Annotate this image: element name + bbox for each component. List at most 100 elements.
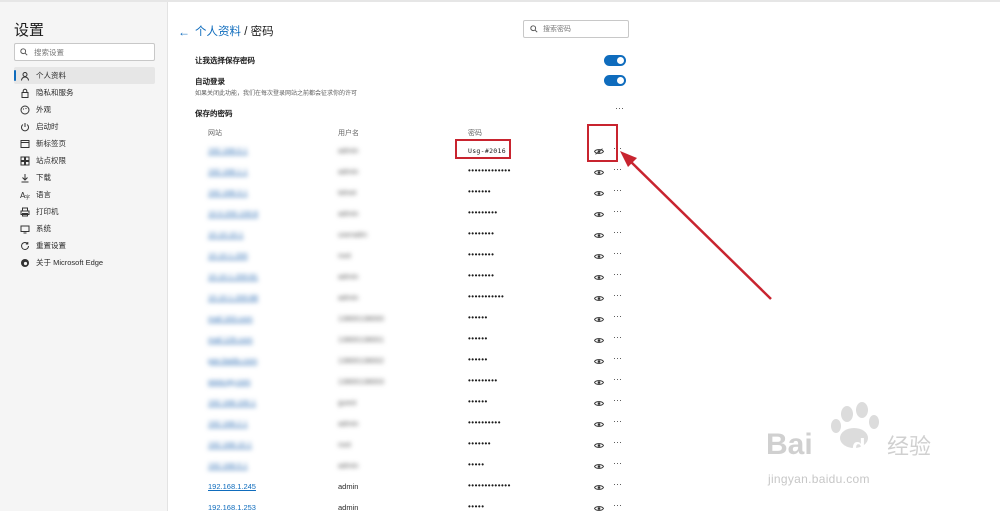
- row-password: •••••: [468, 502, 485, 511]
- password-search-input[interactable]: 搜索密码: [523, 20, 629, 38]
- sidebar-item-5[interactable]: 站点权限: [14, 152, 155, 169]
- show-password-eye-icon[interactable]: [594, 378, 604, 386]
- row-more-actions-button[interactable]: ···: [613, 227, 622, 237]
- row-username: 13800138003: [338, 377, 384, 386]
- row-site-link[interactable]: 192.168.2.1: [208, 419, 248, 428]
- row-site-link[interactable]: 192.168.1.245: [208, 482, 256, 491]
- row-site-link[interactable]: 192.168.10.1: [208, 440, 252, 449]
- power-icon: [20, 122, 30, 132]
- offer-save-toggle[interactable]: [604, 55, 626, 66]
- sidebar-item-1[interactable]: 隐私和服务: [14, 84, 155, 101]
- person-icon: [20, 71, 30, 81]
- show-password-eye-icon[interactable]: [594, 168, 604, 176]
- password-row: 192.168.1.253 admin ••••• ···: [195, 498, 635, 511]
- row-more-actions-button[interactable]: ···: [613, 416, 622, 426]
- show-password-eye-icon[interactable]: [594, 189, 604, 197]
- show-password-eye-icon[interactable]: [594, 210, 604, 218]
- saved-passwords-more-button[interactable]: ···: [615, 103, 624, 113]
- row-site-link[interactable]: 10.10.1.200:88: [208, 293, 258, 302]
- row-username: root: [338, 440, 351, 449]
- row-site-link[interactable]: pan.baidu.com: [208, 356, 257, 365]
- row-site-link[interactable]: 10.10.1.200: [208, 251, 248, 260]
- palette-icon: [20, 105, 30, 115]
- password-row: 10.10.1.200 root •••••••• ···: [195, 246, 635, 267]
- row-more-actions-button[interactable]: ···: [613, 500, 622, 510]
- row-username: admin: [338, 503, 359, 511]
- sidebar-item-label: 语言: [36, 190, 51, 199]
- row-site-link[interactable]: 10.10.1.200:81: [208, 272, 258, 281]
- show-password-eye-icon[interactable]: [594, 273, 604, 281]
- row-site-link[interactable]: 192.168.3.1: [208, 188, 248, 197]
- sidebar-item-8[interactable]: 打印机: [14, 203, 155, 220]
- row-username: 13800138002: [338, 356, 384, 365]
- show-password-eye-icon[interactable]: [594, 294, 604, 302]
- row-password: •••••••: [468, 187, 492, 196]
- watermark-url: jingyan.baidu.com: [768, 472, 870, 486]
- sidebar-item-label: 系统: [36, 224, 51, 233]
- row-more-actions-button[interactable]: ···: [613, 374, 622, 384]
- show-password-eye-icon[interactable]: [594, 399, 604, 407]
- sidebar-item-6[interactable]: 下载: [14, 169, 155, 186]
- show-password-eye-icon[interactable]: [594, 315, 604, 323]
- sidebar-item-7[interactable]: A 字语言: [14, 186, 155, 203]
- row-site-link[interactable]: 10.10.10.1: [208, 230, 243, 239]
- sidebar-item-9[interactable]: 系统: [14, 220, 155, 237]
- show-password-eye-icon[interactable]: [594, 441, 604, 449]
- breadcrumb-profile-link[interactable]: 个人资料: [195, 26, 241, 38]
- row-site-link[interactable]: mail.163.com: [208, 314, 253, 323]
- row-password: •••••••: [468, 439, 492, 448]
- row-password: ••••••: [468, 313, 488, 322]
- printer-icon: [20, 207, 30, 217]
- sidebar-item-4[interactable]: 新标签页: [14, 135, 155, 152]
- show-password-eye-icon[interactable]: [594, 504, 604, 511]
- row-more-actions-button[interactable]: ···: [613, 206, 622, 216]
- row-site-link[interactable]: 192.168.1.253: [208, 503, 256, 511]
- row-more-actions-button[interactable]: ···: [613, 164, 622, 174]
- row-more-actions-button[interactable]: ···: [613, 395, 622, 405]
- row-username: root: [338, 251, 351, 260]
- password-row: 192.168.0.1 admin Usg-#2016 ···: [195, 141, 635, 162]
- row-more-actions-button[interactable]: ···: [613, 185, 622, 195]
- row-more-actions-button[interactable]: ···: [613, 437, 622, 447]
- row-more-actions-button[interactable]: ···: [613, 311, 622, 321]
- row-site-link[interactable]: www.qq.com: [208, 377, 251, 386]
- back-arrow-icon[interactable]: ←: [178, 25, 190, 39]
- row-site-link[interactable]: mail.126.com: [208, 335, 253, 344]
- auto-signin-toggle[interactable]: [604, 75, 626, 86]
- sidebar-item-2[interactable]: 外观: [14, 101, 155, 118]
- row-more-actions-button[interactable]: ···: [613, 353, 622, 363]
- row-more-actions-button[interactable]: ···: [613, 290, 622, 300]
- row-site-link[interactable]: 10.0.200.100:8: [208, 209, 258, 218]
- show-password-eye-icon[interactable]: [594, 231, 604, 239]
- password-search-placeholder: 搜索密码: [543, 26, 571, 33]
- sidebar-item-10[interactable]: 重置设置: [14, 237, 155, 254]
- row-more-actions-button[interactable]: ···: [613, 269, 622, 279]
- show-password-eye-icon[interactable]: [594, 420, 604, 428]
- show-password-eye-icon[interactable]: [594, 462, 604, 470]
- download-icon: [20, 173, 30, 183]
- settings-search-input[interactable]: 搜索设置: [14, 43, 155, 61]
- row-username: 13800138001: [338, 335, 384, 344]
- row-more-actions-button[interactable]: ···: [613, 332, 622, 342]
- sidebar-item-3[interactable]: 启动时: [14, 118, 155, 135]
- password-row: pan.baidu.com 13800138002 •••••• ···: [195, 351, 635, 372]
- show-password-eye-icon[interactable]: [594, 357, 604, 365]
- row-more-actions-button[interactable]: ···: [613, 458, 622, 468]
- breadcrumb: 个人资料 / 密码: [195, 23, 274, 39]
- row-site-link[interactable]: 192.168.100.1: [208, 398, 256, 407]
- row-username: 13800138000: [338, 314, 384, 323]
- settings-sidebar: 设置 搜索设置 个人资料 隐私和服务 外观 启动时 新标签页 站点权限 下载 A 字语言 打印机系…: [0, 2, 168, 511]
- show-password-eye-icon[interactable]: [594, 336, 604, 344]
- row-more-actions-button[interactable]: ···: [613, 479, 622, 489]
- sidebar-item-label: 启动时: [36, 122, 59, 131]
- row-site-link[interactable]: 192.168.0.1: [208, 146, 248, 155]
- row-site-link[interactable]: 192.168.1.1: [208, 167, 248, 176]
- sidebar-item-0[interactable]: 个人资料: [14, 67, 155, 84]
- row-site-link[interactable]: 192.168.5.1: [208, 461, 248, 470]
- row-password: ••••••••: [468, 271, 495, 280]
- show-password-eye-icon[interactable]: [594, 483, 604, 491]
- column-header-username: 用户名: [338, 130, 359, 137]
- row-more-actions-button[interactable]: ···: [613, 248, 622, 258]
- show-password-eye-icon[interactable]: [594, 252, 604, 260]
- sidebar-item-11[interactable]: 关于 Microsoft Edge: [14, 254, 155, 271]
